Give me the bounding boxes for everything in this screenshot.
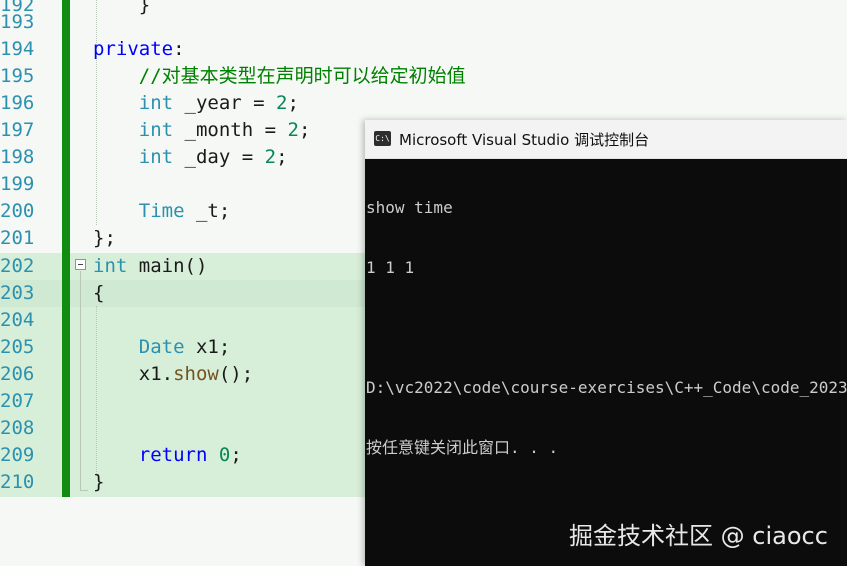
fold-region-line	[80, 271, 81, 491]
line-number: 206	[0, 363, 35, 385]
console-line: 1 1 1	[366, 258, 415, 277]
fold-region-end	[80, 490, 88, 491]
code-line[interactable]: {	[93, 280, 104, 307]
code-line[interactable]: int main()	[93, 253, 207, 280]
line-number: 195	[0, 65, 35, 87]
line-number: 204	[0, 309, 35, 331]
line-number: 201	[0, 227, 35, 249]
console-line: 按任意键关闭此窗口. . .	[366, 438, 559, 457]
line-number: 208	[0, 417, 35, 439]
code-line[interactable]: int _year = 2;	[93, 90, 299, 117]
line-number: 202	[0, 255, 35, 277]
change-tracking-bar	[62, 0, 70, 497]
code-line[interactable]: private:	[93, 36, 185, 63]
line-number: 198	[0, 146, 35, 168]
code-line[interactable]: x1.show();	[93, 361, 253, 388]
code-line[interactable]: };	[93, 225, 116, 252]
line-number: 199	[0, 173, 35, 195]
debug-console-window[interactable]: C:\ Microsoft Visual Studio 调试控制台 show t…	[365, 120, 847, 566]
line-number: 200	[0, 200, 35, 222]
code-line[interactable]: return 0;	[93, 442, 242, 469]
code-line[interactable]: Time _t;	[93, 198, 231, 225]
line-number: 196	[0, 92, 35, 114]
line-number: 193	[0, 11, 35, 33]
line-number: 207	[0, 390, 35, 412]
line-number: 205	[0, 336, 35, 358]
console-output[interactable]: show time 1 1 1 D:\vc2022\code\course-ex…	[366, 158, 847, 566]
console-line: show time	[366, 198, 453, 217]
code-line[interactable]: int _month = 2;	[93, 117, 311, 144]
console-title-bar[interactable]: C:\ Microsoft Visual Studio 调试控制台	[365, 120, 847, 159]
console-title: Microsoft Visual Studio 调试控制台	[399, 131, 650, 149]
console-app-icon: C:\	[374, 131, 391, 146]
line-number: 209	[0, 444, 35, 466]
line-number: 210	[0, 471, 35, 493]
collapse-toggle-icon[interactable]	[75, 259, 86, 270]
code-line[interactable]: //对基本类型在声明时可以给定初始值	[93, 63, 466, 90]
console-line: D:\vc2022\code\course-exercises\C++_Code…	[366, 378, 847, 397]
code-line[interactable]: }	[93, 0, 150, 19]
code-line[interactable]: int _day = 2;	[93, 144, 288, 171]
line-number: 203	[0, 282, 35, 304]
code-line[interactable]: }	[93, 469, 104, 496]
line-number: 194	[0, 38, 35, 60]
line-number: 197	[0, 119, 35, 141]
code-line[interactable]: Date x1;	[93, 334, 231, 361]
watermark: 掘金技术社区 @ ciaocc	[569, 522, 828, 550]
